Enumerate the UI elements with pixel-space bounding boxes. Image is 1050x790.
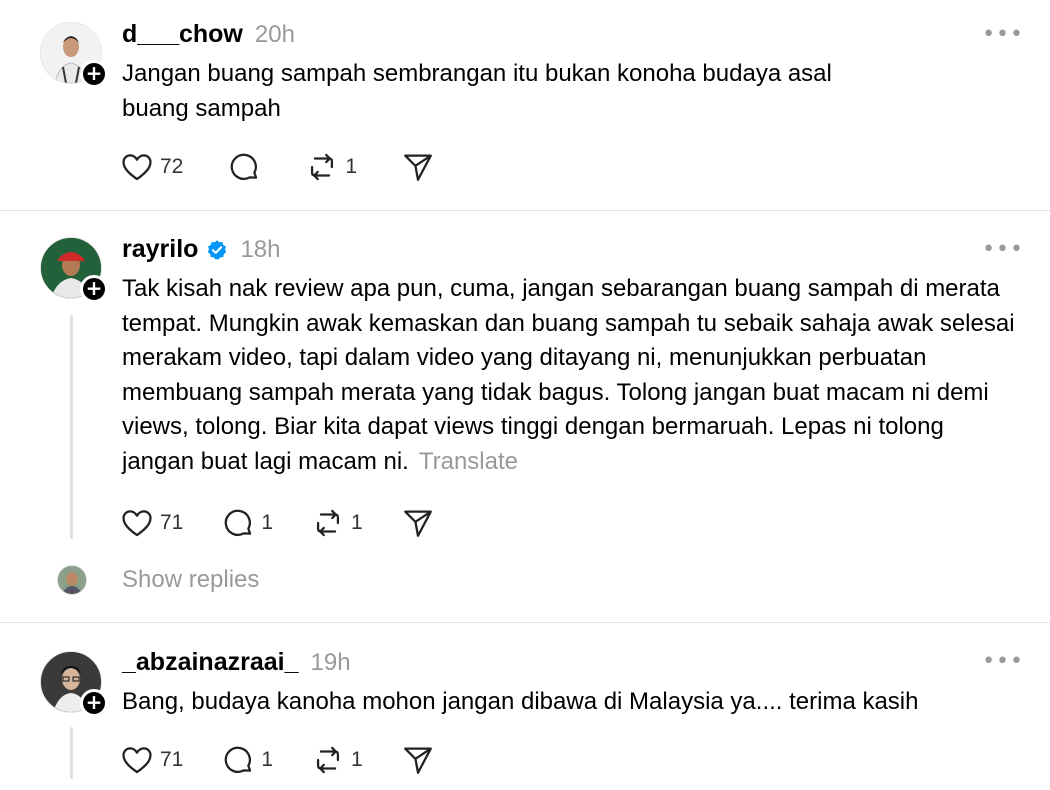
like-button[interactable]: 71	[120, 506, 183, 540]
comment-button[interactable]	[227, 150, 261, 184]
post-d-chow: + d___chow 20h ••• Jangan buang sampah s…	[0, 0, 1050, 210]
comment-button[interactable]: 1	[221, 506, 273, 540]
more-options-icon[interactable]: •••	[982, 22, 1024, 47]
post-abzainazraai: + _abzainazraai_ 19h ••• Bang, budaya ka…	[0, 623, 1050, 790]
heart-icon	[122, 154, 152, 181]
reply-avatar-image	[58, 566, 86, 594]
comment-count: 1	[261, 511, 274, 534]
username[interactable]: _abzainazraai_	[122, 648, 299, 677]
repost-button[interactable]: 1	[311, 506, 363, 540]
post-text: Bang, budaya kanoha mohon jangan dibawa …	[122, 688, 919, 715]
share-icon	[403, 747, 432, 774]
comment-icon	[225, 746, 252, 773]
timestamp[interactable]: 18h	[240, 236, 280, 264]
like-count: 71	[160, 748, 184, 771]
avatar-wrap: +	[40, 651, 108, 717]
show-replies-link[interactable]: Show replies	[122, 566, 259, 594]
comment-icon	[225, 509, 252, 536]
share-button[interactable]	[401, 506, 435, 540]
repost-count: 1	[351, 748, 363, 771]
comment-button[interactable]: 1	[221, 743, 273, 777]
more-options-icon[interactable]: •••	[982, 237, 1024, 262]
follow-plus-icon[interactable]: +	[80, 689, 108, 717]
share-button[interactable]	[401, 150, 435, 184]
thread-line	[70, 727, 73, 779]
action-bar: 71 1 1	[120, 743, 479, 777]
verified-badge-icon	[208, 239, 227, 260]
repost-count: 1	[345, 155, 358, 178]
thread-line	[70, 315, 73, 539]
repost-icon	[316, 509, 340, 537]
repost-button[interactable]: 1	[311, 743, 363, 777]
post-header: rayrilo 18h	[122, 235, 280, 264]
share-icon	[403, 510, 432, 537]
share-button[interactable]	[401, 743, 435, 777]
timestamp[interactable]: 20h	[255, 21, 295, 49]
action-bar: 72 1	[120, 150, 479, 184]
avatar-wrap: +	[40, 237, 108, 303]
repost-icon	[316, 746, 340, 774]
heart-icon	[122, 510, 152, 537]
username[interactable]: rayrilo	[122, 235, 198, 264]
post-text: Tak kisah nak review apa pun, cuma, jang…	[122, 272, 1017, 479]
reply-avatar[interactable]	[57, 565, 87, 595]
comment-icon	[231, 153, 258, 180]
post-header: _abzainazraai_ 19h	[122, 648, 351, 677]
like-button[interactable]: 72	[120, 150, 183, 184]
username[interactable]: d___chow	[122, 20, 243, 49]
more-options-icon[interactable]: •••	[982, 649, 1024, 674]
post-body: Tak kisah nak review apa pun, cuma, jang…	[122, 275, 1015, 475]
like-button[interactable]: 71	[120, 743, 183, 777]
action-bar: 71 1 1	[120, 506, 479, 540]
like-count: 71	[160, 511, 184, 534]
post-rayrilo: + rayrilo 18h ••• Tak kisah nak review a…	[0, 211, 1050, 621]
avatar-wrap: +	[40, 22, 108, 88]
post-text: Jangan buang sampah sembrangan itu bukan…	[122, 60, 832, 122]
translate-link[interactable]: Translate	[419, 448, 518, 475]
heart-icon	[122, 747, 152, 774]
like-count: 72	[160, 155, 184, 178]
follow-plus-icon[interactable]: +	[80, 60, 108, 88]
share-icon	[404, 154, 432, 181]
repost-button[interactable]: 1	[305, 150, 357, 184]
post-header: d___chow 20h	[122, 20, 295, 49]
comment-count: 1	[261, 748, 274, 771]
follow-plus-icon[interactable]: +	[80, 275, 108, 303]
repost-count: 1	[351, 511, 363, 534]
timestamp[interactable]: 19h	[311, 649, 351, 677]
repost-icon	[311, 153, 334, 181]
